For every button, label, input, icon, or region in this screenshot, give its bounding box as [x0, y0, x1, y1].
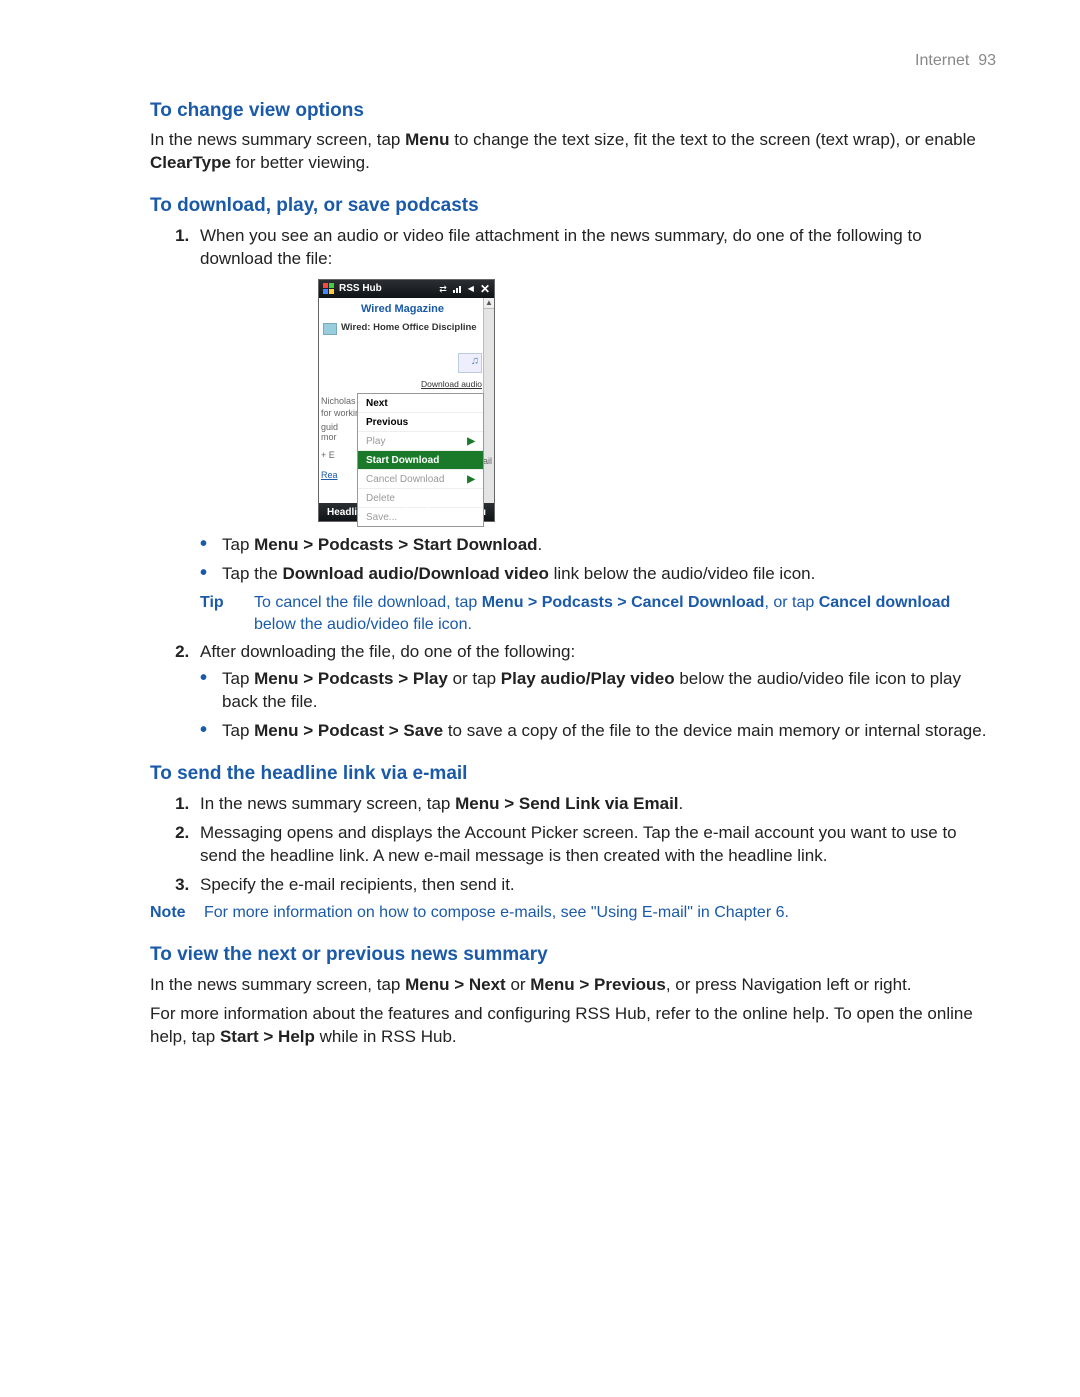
text: link below the audio/video file icon. — [549, 564, 816, 583]
text: In the news summary screen, tap — [200, 794, 455, 813]
bg-text: for workin — [321, 407, 360, 419]
s2-step-1: When you see an audio or video file atta… — [194, 225, 996, 636]
text: Tap — [222, 721, 254, 740]
bold-path: Start > Help — [220, 1027, 315, 1046]
volume-icon — [468, 282, 474, 295]
text: , or press Navigation left or right. — [666, 975, 912, 994]
bullet: Tap Menu > Podcast > Save to save a copy… — [200, 720, 996, 743]
windows-flag-icon — [323, 283, 335, 295]
s4-paragraph-1: In the news summary screen, tap Menu > N… — [150, 974, 996, 997]
text: . — [679, 794, 684, 813]
screenshot-rss-hub: RSS Hub ⇄ ✕ ▲ Wired Magazine — [318, 279, 495, 523]
text: or — [506, 975, 531, 994]
close-icon[interactable]: ✕ — [480, 283, 490, 295]
bg-link: Rea — [321, 469, 338, 481]
text: to save a copy of the file to the device… — [443, 721, 986, 740]
header-page-number: 93 — [978, 52, 996, 69]
article-row: Wired: Home Office Discipline — [319, 320, 494, 337]
s3-ordered-list: In the news summary screen, tap Menu > S… — [150, 793, 996, 897]
heading-download-podcasts: To download, play, or save podcasts — [150, 193, 996, 219]
heading-view-next-previous: To view the next or previous news summar… — [150, 942, 996, 968]
text: After downloading the file, do one of th… — [200, 642, 575, 661]
screenshot-body: ▲ Wired Magazine Wired: Home Office Disc… — [319, 298, 494, 504]
keyboard-icon[interactable] — [406, 505, 428, 519]
text: In the news summary screen, tap — [150, 975, 405, 994]
tip-text: To cancel the file download, tap Menu > … — [254, 592, 996, 635]
text: To cancel the file download, tap — [254, 594, 482, 611]
text: . — [538, 535, 543, 554]
bold-link: Cancel download — [819, 594, 951, 611]
titlebar-left: RSS Hub — [323, 282, 382, 296]
s2-step-2: After downloading the file, do one of th… — [194, 641, 996, 743]
audio-file-icon — [458, 353, 482, 373]
note-label: Note — [150, 902, 204, 924]
titlebar-right: ⇄ ✕ — [439, 282, 490, 295]
text: Tap — [222, 535, 254, 554]
bold-link: Download audio/Download video — [283, 564, 549, 583]
text: while in RSS Hub. — [315, 1027, 457, 1046]
bold-path: Menu > Podcast > Save — [254, 721, 443, 740]
bullet: Tap Menu > Podcasts > Start Download. — [200, 534, 996, 557]
s3-step-3: Specify the e-mail recipients, then send… — [194, 874, 996, 897]
bullet: Tap the Download audio/Download video li… — [200, 563, 996, 586]
download-audio-link[interactable]: Download audio — [421, 379, 482, 389]
text: Tap — [222, 669, 254, 688]
s1-paragraph: In the news summary screen, tap Menu to … — [150, 129, 996, 175]
header-section: Internet — [915, 52, 969, 69]
bg-text: + E — [321, 449, 335, 461]
heading-send-headline-email: To send the headline link via e-mail — [150, 761, 996, 787]
text: Tap the — [222, 564, 283, 583]
signal-icon — [453, 284, 462, 293]
connection-icon: ⇄ — [439, 283, 447, 295]
tip: Tip To cancel the file download, tap Men… — [200, 592, 996, 635]
s2-step2-bullets: Tap Menu > Podcasts > Play or tap Play a… — [200, 668, 996, 743]
running-header: Internet 93 — [150, 50, 996, 72]
menu-item-start-download[interactable]: Start Download — [358, 451, 483, 470]
text: for better viewing. — [231, 153, 370, 172]
heading-change-view-options: To change view options — [150, 98, 996, 124]
note: Note For more information on how to comp… — [150, 902, 996, 924]
tip-label: Tip — [200, 592, 254, 635]
text: below the audio/video file icon. — [254, 616, 472, 633]
note-text: For more information on how to compose e… — [204, 902, 996, 924]
s2-ordered-list: When you see an audio or video file atta… — [150, 225, 996, 743]
magazine-title: Wired Magazine — [319, 298, 494, 321]
bold-path: Menu > Send Link via Email — [455, 794, 678, 813]
popup-area: Nicholas T for workin guid mor + E Rea m… — [319, 393, 494, 503]
bold-path: Menu > Podcasts > Start Download — [254, 535, 537, 554]
submenu-arrow-icon: ▶ — [467, 435, 475, 449]
bold-link: Play audio/Play video — [501, 669, 675, 688]
download-area: Download audio — [319, 337, 494, 393]
bold-path: Menu > Podcasts > Play — [254, 669, 448, 688]
page: Internet 93 To change view options In th… — [0, 0, 1080, 1397]
menu-item-next[interactable]: Next — [358, 394, 483, 413]
text: or tap — [448, 669, 501, 688]
bold-path: Menu > Podcasts > Cancel Download — [482, 594, 765, 611]
scroll-up-icon[interactable]: ▲ — [484, 298, 494, 309]
app-title: RSS Hub — [339, 282, 382, 296]
bold-menu: Menu — [405, 130, 449, 149]
titlebar: RSS Hub ⇄ ✕ — [319, 280, 494, 298]
article-title: Wired: Home Office Discipline — [341, 322, 477, 335]
bg-text: mor — [321, 431, 337, 443]
text: In the news summary screen, tap — [150, 130, 405, 149]
article-icon — [323, 323, 337, 335]
s2-step1-bullets: Tap Menu > Podcasts > Start Download. Ta… — [200, 534, 996, 586]
bold-path: Menu > Next — [405, 975, 506, 994]
menu-item-previous[interactable]: Previous — [358, 413, 483, 432]
menu-item-play: Play▶ — [358, 432, 483, 451]
text: , or tap — [764, 594, 818, 611]
text: When you see an audio or video file atta… — [200, 226, 922, 268]
menu-item-cancel-download: Cancel Download▶ — [358, 470, 483, 489]
s3-step-1: In the news summary screen, tap Menu > S… — [194, 793, 996, 816]
bold-path: Menu > Previous — [530, 975, 666, 994]
bullet: Tap Menu > Podcasts > Play or tap Play a… — [200, 668, 996, 714]
bold-cleartype: ClearType — [150, 153, 231, 172]
s3-step-2: Messaging opens and displays the Account… — [194, 822, 996, 868]
submenu-arrow-icon: ▶ — [467, 473, 475, 487]
s4-paragraph-2: For more information about the features … — [150, 1003, 996, 1049]
text: to change the text size, fit the text to… — [450, 130, 976, 149]
